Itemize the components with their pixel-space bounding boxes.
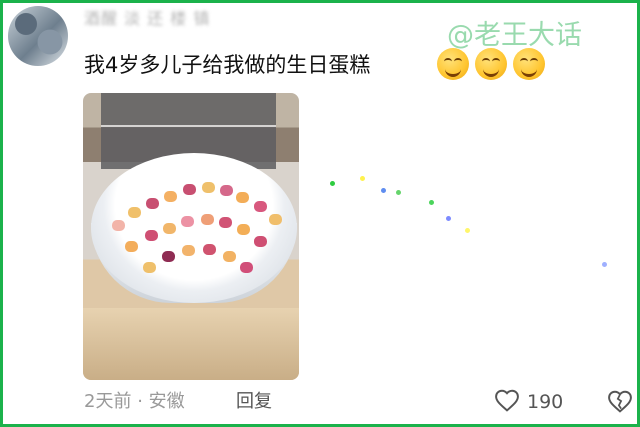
candy [203,244,216,255]
heart-icon [493,388,521,416]
reply-button[interactable]: 回复 [236,390,272,414]
sparkle [602,262,607,267]
candy [125,241,138,252]
candy [146,198,159,209]
comment-meta: 2天前 · 安徽 [84,390,185,414]
candy [269,214,282,225]
cake-top [91,153,297,303]
candy [145,230,158,241]
smile-mouth [521,65,537,77]
sparkle [360,176,365,181]
time-label: 2天前 [84,391,132,412]
candy [254,236,267,247]
smiling-face-icon [437,48,469,80]
candy [163,223,176,234]
candy [201,214,214,225]
sparkle [396,190,401,195]
candy [223,251,236,262]
like-button[interactable]: 190 [493,388,563,416]
sparkle [429,200,434,205]
table-surface [83,308,299,380]
candy [183,184,196,195]
sparkle [465,228,470,233]
comment-text: 我4岁多儿子给我做的生日蛋糕 [84,53,371,77]
sparkle [446,216,451,221]
sparkle [381,188,386,193]
smile-mouth [445,65,461,77]
candy [240,262,253,273]
meta-separator: · [137,391,143,412]
avatar[interactable] [8,6,68,66]
candy [162,251,175,262]
candy [237,224,250,235]
candy [202,182,215,193]
dislike-broken-heart-icon[interactable] [606,389,634,417]
smiling-face-icon [513,48,545,80]
candy [143,262,156,273]
candy [128,207,141,218]
candy [236,192,249,203]
sparkle [330,181,335,186]
candy [181,216,194,227]
smile-mouth [483,65,499,77]
candy [164,191,177,202]
candy [182,245,195,256]
cake-photo[interactable] [83,93,299,380]
emoji-row [437,48,545,80]
candy [220,185,233,196]
location-label: 安徽 [148,391,185,412]
candy [219,217,232,228]
username-obscured[interactable]: 酒醒 淡 还 楼 镇 [84,8,220,30]
like-count: 190 [527,391,564,413]
candy [254,201,267,212]
smiling-face-icon [475,48,507,80]
candy [112,220,125,231]
